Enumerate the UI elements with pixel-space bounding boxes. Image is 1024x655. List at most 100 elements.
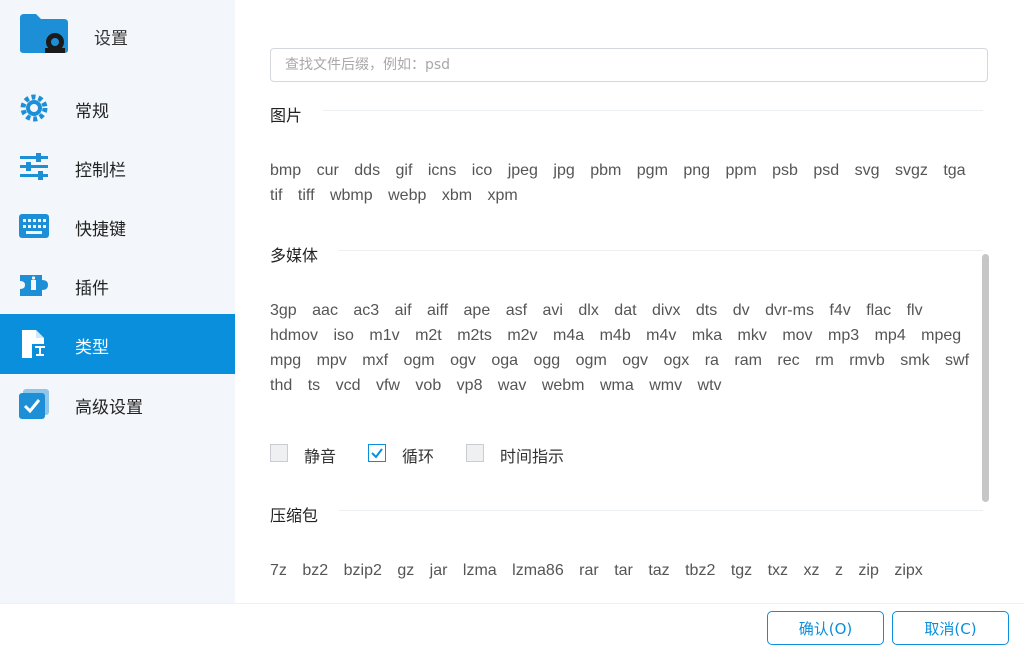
archives-extension-list: 7z bz2 bzip2 gz jar lzma lzma86 rar tar … xyxy=(270,558,990,583)
extension-item: mxf xyxy=(362,352,389,369)
extension-item: gif xyxy=(395,162,413,179)
extension-item: webm xyxy=(541,377,585,394)
extension-item: jpeg xyxy=(507,162,538,179)
extension-item: dds xyxy=(354,162,381,179)
file-type-icon xyxy=(22,330,48,358)
images-extension-list: bmp cur dds gif icns ico jpeg jpg pbm pg… xyxy=(270,158,990,208)
section-title-media: 多媒体 xyxy=(270,246,319,265)
extension-item: ra xyxy=(704,352,719,369)
checkbox-box[interactable] xyxy=(466,444,484,462)
extension-item: flv xyxy=(906,302,923,319)
sidebar-item-plugins[interactable]: 插件 xyxy=(0,255,235,315)
extension-item: ogm xyxy=(403,352,435,369)
extension-item: mp3 xyxy=(828,327,860,344)
app-title: 设置 xyxy=(94,29,128,49)
extension-item: bz2 xyxy=(302,562,329,579)
main-panel: 图片 bmp cur dds gif icns ico jpeg jpg pbm… xyxy=(235,0,1024,603)
extension-item: asf xyxy=(505,302,528,319)
extension-item: mka xyxy=(691,327,723,344)
app-header: 设置 xyxy=(0,0,235,68)
extension-item: mkv xyxy=(737,327,767,344)
search-input[interactable] xyxy=(270,48,988,82)
sidebar-item-label: 快捷键 xyxy=(75,220,126,240)
extension-item: webp xyxy=(388,187,427,204)
extension-item: ac3 xyxy=(353,302,380,319)
extension-item: ogv xyxy=(450,352,476,369)
extension-item: ts xyxy=(307,377,321,394)
extension-item: bzip2 xyxy=(343,562,382,579)
extension-item: ico xyxy=(471,162,493,179)
extension-item: rmvb xyxy=(849,352,885,369)
extension-item: icns xyxy=(427,162,457,179)
sidebar-item-advanced[interactable]: 高级设置 xyxy=(0,374,235,434)
sidebar-item-label: 控制栏 xyxy=(75,161,126,181)
extension-item: vob xyxy=(415,377,442,394)
extension-item: dlx xyxy=(578,302,599,319)
extension-item: divx xyxy=(652,302,681,319)
extension-item: tif xyxy=(270,187,283,204)
sidebar-item-controlbar[interactable]: 控制栏 xyxy=(0,137,235,197)
plugin-icon xyxy=(20,275,48,296)
dialog-footer: 确认(O) 取消(C) xyxy=(0,603,1024,655)
sidebar-item-label: 插件 xyxy=(75,279,109,299)
extension-item: dts xyxy=(695,302,718,319)
checkmark-icon xyxy=(371,448,383,459)
extension-item: tiff xyxy=(297,187,315,204)
vertical-scrollbar[interactable] xyxy=(982,254,989,502)
extension-item: tbz2 xyxy=(685,562,716,579)
extension-item: flac xyxy=(866,302,892,319)
app-logo-icon xyxy=(20,14,68,53)
extension-item: ogm xyxy=(575,352,607,369)
extension-item: m4b xyxy=(599,327,631,344)
extension-item: oga xyxy=(491,352,519,369)
extension-item: tga xyxy=(943,162,966,179)
extension-item: ram xyxy=(734,352,762,369)
extension-item: svgz xyxy=(894,162,928,179)
extension-item: mpv xyxy=(316,352,347,369)
extension-item: z xyxy=(834,562,843,579)
extension-item: vcd xyxy=(335,377,361,394)
extension-item: wav xyxy=(497,377,527,394)
sidebar-item-label: 常规 xyxy=(75,102,109,122)
confirm-button[interactable]: 确认(O) xyxy=(767,611,884,645)
sidebar-item-shortcuts[interactable]: 快捷键 xyxy=(0,196,235,256)
extension-item: rar xyxy=(579,562,599,579)
checkbox-icon xyxy=(19,389,49,419)
media-extension-list: 3gp aac ac3 aif aiff ape asf avi dlx dat… xyxy=(270,298,990,398)
extension-item: pbm xyxy=(590,162,622,179)
extension-item: tgz xyxy=(730,562,753,579)
extension-item: rec xyxy=(777,352,800,369)
extension-item: jar xyxy=(429,562,448,579)
extension-item: m4a xyxy=(553,327,585,344)
extension-item: vfw xyxy=(375,377,400,394)
section-divider xyxy=(339,250,983,251)
checkbox-box[interactable] xyxy=(368,444,386,462)
extension-item: pgm xyxy=(636,162,668,179)
extension-item: zip xyxy=(858,562,879,579)
extension-item: psb xyxy=(772,162,798,179)
extension-item: m2ts xyxy=(457,327,492,344)
extension-item: xpm xyxy=(487,187,518,204)
cancel-button[interactable]: 取消(C) xyxy=(892,611,1009,645)
extension-item: ogx xyxy=(663,352,690,369)
gear-icon xyxy=(20,94,48,122)
extension-item: svg xyxy=(854,162,880,179)
sidebar-item-general[interactable]: 常规 xyxy=(0,78,235,138)
extension-item: dat xyxy=(614,302,637,319)
section-divider xyxy=(323,110,983,111)
sidebar-item-types[interactable]: 类型 xyxy=(0,314,235,374)
sliders-icon xyxy=(20,153,48,180)
extension-item: xz xyxy=(803,562,820,579)
extension-item: txz xyxy=(767,562,789,579)
extension-item: png xyxy=(683,162,711,179)
section-divider xyxy=(339,510,983,511)
extension-item: wma xyxy=(599,377,634,394)
extension-item: thd xyxy=(270,377,293,394)
extension-item: mov xyxy=(782,327,813,344)
extension-item: gz xyxy=(397,562,415,579)
checkbox-box[interactable] xyxy=(270,444,288,462)
extension-item: f4v xyxy=(829,302,851,319)
extension-item: wmv xyxy=(649,377,683,394)
extension-item: jpg xyxy=(553,162,575,179)
extension-item: vp8 xyxy=(456,377,483,394)
